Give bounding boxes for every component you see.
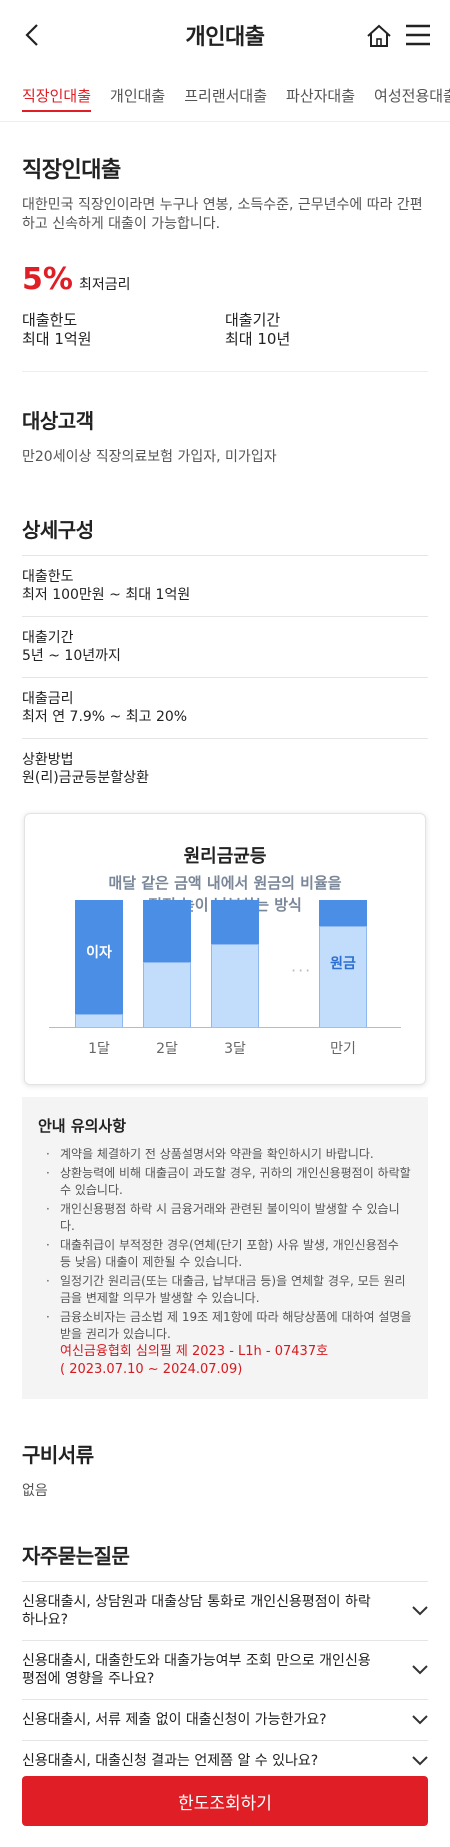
notice-item: 개인신용평점 하락 시 금융거래와 관련된 불이익이 발생할 수 있습니다. bbox=[38, 1201, 412, 1235]
interest-segment bbox=[319, 900, 367, 926]
detail-item: 대출한도 최저 100만원 ~ 최대 1억원 bbox=[22, 556, 428, 617]
notice-wrap: 안내 유의사항 계약을 체결하기 전 상품설명서와 약관을 확인하시기 바랍니다… bbox=[0, 1097, 450, 1782]
home-icon[interactable] bbox=[366, 23, 392, 49]
detail-value: 5년 ~ 10년까지 bbox=[22, 648, 121, 664]
min-rate-value: 5% bbox=[22, 262, 73, 297]
faq-question: 신용대출시, 서류 제출 없이 대출신청이 가능한가요? bbox=[22, 1712, 327, 1728]
review-period: ( 2023.07.10 ~ 2024.07.09) bbox=[60, 1362, 243, 1377]
product-description: 대한민국 직장인이라면 누구나 연봉, 소득수준, 근무년수에 따라 간편하고 … bbox=[22, 197, 423, 232]
x-label: 3달 bbox=[224, 1041, 246, 1057]
repayment-illustration: 원리금균등 매달 같은 금액 내에서 원금의 비율을 점점 높이 납부하는 방식… bbox=[24, 813, 426, 1085]
min-rate-label: 최저금리 bbox=[78, 277, 131, 293]
interest-segment bbox=[211, 900, 259, 944]
faq-question: 신용대출시, 대출한도와 대출가능여부 조회 만으로 개인신용평점에 영향을 주… bbox=[22, 1653, 371, 1687]
detail-label: 상환방법 bbox=[22, 752, 74, 768]
principal-label: 원금 bbox=[330, 956, 356, 972]
target-title: 대상고객 bbox=[22, 409, 94, 433]
faq-question: 신용대출시, 상담원과 대출상담 통화로 개인신용평점이 하락하나요? bbox=[22, 1594, 371, 1628]
page-title: 개인대출 bbox=[185, 25, 265, 50]
tab-personal-loan[interactable]: 개인대출 bbox=[110, 73, 165, 118]
tab-freelancer-loan[interactable]: 프리랜서대출 bbox=[184, 73, 267, 118]
baseline bbox=[49, 1027, 401, 1028]
x-label: 만기 bbox=[330, 1041, 356, 1057]
divider bbox=[22, 371, 428, 372]
interest-segment: 이자 bbox=[75, 900, 123, 1014]
faq-item[interactable]: 신용대출시, 서류 제출 없이 대출신청이 가능한가요? bbox=[22, 1699, 428, 1740]
faq-item[interactable]: 신용대출시, 대출한도와 대출가능여부 조회 만으로 개인신용평점에 영향을 주… bbox=[22, 1640, 428, 1699]
detail-value: 최저 100만원 ~ 최대 1억원 bbox=[22, 587, 191, 603]
principal-segment bbox=[143, 962, 191, 1028]
bar-maturity: 원금 bbox=[319, 900, 367, 1028]
limit-label: 대출한도 bbox=[22, 311, 78, 329]
product-summary: 직장인대출 대한민국 직장인이라면 누구나 연봉, 소득수준, 근무년수에 따라… bbox=[0, 152, 450, 1085]
documents-text: 없음 bbox=[22, 1483, 48, 1499]
tab-women-loan[interactable]: 여성전용대출 bbox=[374, 73, 450, 118]
tab-bankrupt-loan[interactable]: 파산자대출 bbox=[286, 73, 355, 118]
x-label: 1달 bbox=[88, 1041, 110, 1057]
illustration-title: 원리금균등 bbox=[183, 846, 267, 867]
chevron-down-icon bbox=[412, 1665, 428, 1675]
period-label: 대출기간 bbox=[225, 311, 281, 329]
notice-item: 대출취급이 부적정한 경우(연체(단기 포함) 사유 발생, 개인신용점수 등 … bbox=[38, 1237, 412, 1271]
page: 개인대출 직장인대출 개인대출 프리랜서대출 파산자대출 여성전용대출 직장인대… bbox=[0, 0, 450, 1847]
faq-list: 신용대출시, 상담원과 대출상담 통화로 개인신용평점이 하락하나요? 신용대출… bbox=[22, 1581, 428, 1782]
target-text: 만20세이상 직장의료보험 가입자, 미가입자 bbox=[22, 449, 277, 465]
bar-month-1: 이자 bbox=[75, 900, 123, 1028]
principal-segment: 원금 bbox=[319, 926, 367, 1028]
review-number: 여신금융협회 심의필 제 2023 - L1h - 07437호 bbox=[60, 1344, 329, 1359]
notice-item: 일정기간 원리금(또는 대출금, 납부대금 등)을 연체할 경우, 모든 원리금… bbox=[38, 1273, 412, 1307]
detail-item: 대출금리 최저 연 7.9% ~ 최고 20% bbox=[22, 678, 428, 739]
header: 개인대출 bbox=[0, 0, 450, 70]
product-title: 직장인대출 bbox=[22, 158, 121, 183]
detail-value: 원(리)금균등분할상환 bbox=[22, 770, 149, 786]
back-arrow-icon[interactable] bbox=[20, 22, 46, 48]
faq-item[interactable]: 신용대출시, 상담원과 대출상담 통화로 개인신용평점이 하락하나요? bbox=[22, 1581, 428, 1640]
detail-title: 상세구성 bbox=[22, 514, 428, 556]
detail-item: 대출기간 5년 ~ 10년까지 bbox=[22, 617, 428, 678]
notice-item: 금융소비자는 금소법 제 19조 제1항에 따라 해당상품에 대하여 설명을 받… bbox=[38, 1309, 412, 1343]
tab-office-worker-loan[interactable]: 직장인대출 bbox=[22, 73, 92, 118]
limit-block: 대출한도 최대 1억원 bbox=[22, 311, 225, 349]
faq-question: 신용대출시, 대출신청 결과는 언제쯤 알 수 있나요? bbox=[22, 1753, 319, 1769]
x-label: 2달 bbox=[156, 1041, 178, 1057]
documents-title: 구비서류 bbox=[22, 1443, 94, 1467]
period-value: 최대 10년 bbox=[225, 330, 291, 348]
interest-label: 이자 bbox=[86, 945, 112, 961]
interest-segment bbox=[143, 900, 191, 962]
detail-list: 대출한도 최저 100만원 ~ 최대 1억원 대출기간 5년 ~ 10년까지 대… bbox=[22, 556, 428, 799]
menu-icon[interactable] bbox=[404, 22, 432, 48]
detail-value: 최저 연 7.9% ~ 최고 20% bbox=[22, 709, 188, 725]
chevron-down-icon bbox=[412, 1715, 428, 1725]
faq-title: 자주묻는질문 bbox=[22, 1544, 130, 1568]
period-block: 대출기간 최대 10년 bbox=[225, 311, 428, 349]
product-tabs: 직장인대출 개인대출 프리랜서대출 파산자대출 여성전용대출 bbox=[0, 70, 450, 122]
principal-segment bbox=[211, 944, 259, 1028]
chevron-down-icon bbox=[412, 1606, 428, 1616]
detail-label: 대출한도 bbox=[22, 569, 74, 585]
check-limit-button[interactable]: 한도조회하기 bbox=[22, 1776, 428, 1826]
rate-row: 5% 최저금리 bbox=[22, 262, 428, 297]
detail-label: 대출기간 bbox=[22, 630, 74, 646]
detail-item: 상환방법 원(리)금균등분할상환 bbox=[22, 739, 428, 799]
notice-list: 계약을 체결하기 전 상품설명서와 약관을 확인하시기 바랍니다. 상환능력에 … bbox=[38, 1146, 412, 1343]
bar-month-3 bbox=[211, 900, 259, 1028]
illustration-subtitle-line: 매달 같은 금액 내에서 원금의 비율을 bbox=[108, 874, 342, 892]
bar-month-2 bbox=[143, 900, 191, 1028]
detail-label: 대출금리 bbox=[22, 691, 74, 707]
ellipsis: ··· bbox=[291, 961, 313, 980]
limit-value: 최대 1억원 bbox=[22, 330, 92, 348]
chevron-down-icon bbox=[412, 1756, 428, 1766]
notice-title: 안내 유의사항 bbox=[38, 1117, 127, 1135]
limit-period-row: 대출한도 최대 1억원 대출기간 최대 10년 bbox=[22, 311, 428, 349]
notice-box: 안내 유의사항 계약을 체결하기 전 상품설명서와 약관을 확인하시기 바랍니다… bbox=[22, 1097, 428, 1399]
notice-item: 계약을 체결하기 전 상품설명서와 약관을 확인하시기 바랍니다. bbox=[38, 1146, 412, 1163]
notice-item: 상환능력에 비해 대출금이 과도할 경우, 귀하의 개인신용평점이 하락할 수 … bbox=[38, 1165, 412, 1199]
principal-segment bbox=[75, 1014, 123, 1028]
